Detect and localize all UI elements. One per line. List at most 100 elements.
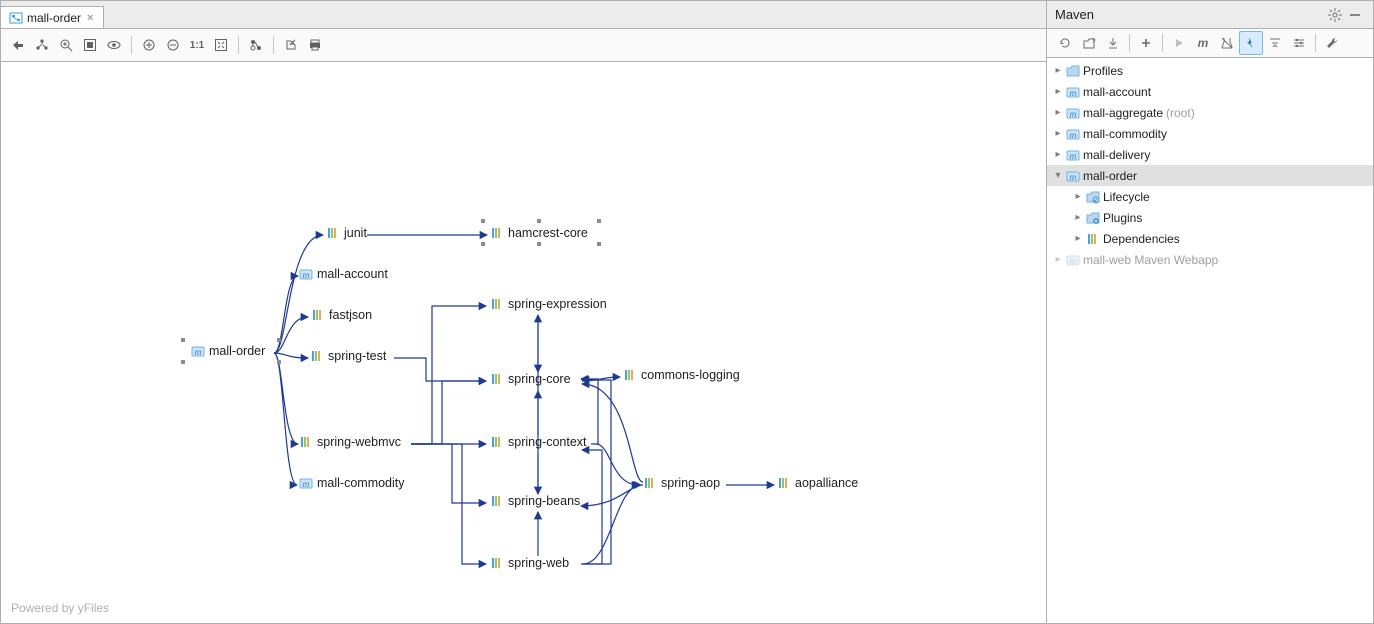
preview-icon[interactable] <box>103 34 125 56</box>
close-icon[interactable]: × <box>85 12 95 24</box>
tree-item-mall-account[interactable]: ▸mmall-account <box>1047 81 1373 102</box>
folder-icon <box>1066 64 1080 78</box>
node-label: mall-order <box>209 344 265 358</box>
settings-wrench-icon[interactable] <box>1320 31 1344 55</box>
selection-handle[interactable] <box>481 219 485 223</box>
node-spring-expression[interactable]: spring-expression <box>490 297 607 311</box>
tree-item-mall-delivery[interactable]: ▸mmall-delivery <box>1047 144 1373 165</box>
show-options-icon[interactable] <box>1287 31 1311 55</box>
library-icon <box>490 372 504 386</box>
chevron-right-icon[interactable]: ▸ <box>1053 149 1063 160</box>
export-icon[interactable] <box>280 34 302 56</box>
node-fastjson[interactable]: fastjson <box>311 308 372 322</box>
chevron-right-icon[interactable]: ▸ <box>1073 191 1083 202</box>
tree-item-profiles[interactable]: ▸Profiles <box>1047 60 1373 81</box>
selection-handle[interactable] <box>597 242 601 246</box>
node-spring-beans[interactable]: spring-beans <box>490 494 580 508</box>
reload-icon[interactable] <box>1053 31 1077 55</box>
separator <box>273 36 274 54</box>
tree-item-dependencies[interactable]: ▸Dependencies <box>1047 228 1373 249</box>
node-junit[interactable]: junit <box>326 226 367 240</box>
node-label: mall-commodity <box>317 476 405 490</box>
chevron-right-icon[interactable]: ▸ <box>1053 128 1063 139</box>
tab-mall-order[interactable]: mall-order × <box>1 6 104 28</box>
library-icon <box>643 476 657 490</box>
node-hamcrest-core[interactable]: hamcrest-core <box>490 226 588 240</box>
library-icon <box>490 297 504 311</box>
node-spring-core[interactable]: spring-core <box>490 372 571 386</box>
tree-label: mall-order <box>1083 169 1137 183</box>
node-label: spring-expression <box>508 297 607 311</box>
back-icon[interactable] <box>7 34 29 56</box>
selection-handle[interactable] <box>277 338 281 342</box>
selection-handle[interactable] <box>181 360 185 364</box>
svg-text:m: m <box>1070 110 1077 119</box>
library-icon <box>623 368 637 382</box>
selection-handle[interactable] <box>537 219 541 223</box>
diagram-canvas[interactable]: mmall-order junit mmall-account fastjson… <box>1 62 1046 623</box>
maven-module-icon: m <box>1066 169 1080 183</box>
download-icon[interactable] <box>1101 31 1125 55</box>
tree-item-mall-aggregate[interactable]: ▸mmall-aggregate (root) <box>1047 102 1373 123</box>
actual-size-icon[interactable]: 1:1 <box>186 34 208 56</box>
node-spring-context[interactable]: spring-context <box>490 435 587 449</box>
selection-handle[interactable] <box>481 242 485 246</box>
generate-sources-icon[interactable] <box>1077 31 1101 55</box>
node-spring-test[interactable]: spring-test <box>310 349 386 363</box>
zoom-in-mag-icon[interactable] <box>55 34 77 56</box>
node-aopalliance[interactable]: aopalliance <box>777 476 858 490</box>
maven-m-icon[interactable]: m <box>1191 31 1215 55</box>
selection-handle[interactable] <box>181 338 185 342</box>
chevron-right-icon[interactable]: ▸ <box>1053 107 1063 118</box>
selection-handle[interactable] <box>597 219 601 223</box>
node-label: mall-account <box>317 267 388 281</box>
node-spring-web[interactable]: spring-web <box>490 556 569 570</box>
tree-label: Lifecycle <box>1103 190 1150 204</box>
diagram-footer: Powered by yFiles <box>11 601 109 615</box>
maven-module-icon: m <box>1066 106 1080 120</box>
svg-text:m: m <box>1070 173 1077 182</box>
selection-handle[interactable] <box>277 360 281 364</box>
node-mall-order[interactable]: mmall-order <box>191 344 265 358</box>
tree-label: mall-web Maven Webapp <box>1083 253 1218 267</box>
collapse-all-icon[interactable] <box>1263 31 1287 55</box>
fit-content-icon[interactable] <box>79 34 101 56</box>
layout-icon[interactable] <box>31 34 53 56</box>
tree-item-plugins[interactable]: ▸Plugins <box>1047 207 1373 228</box>
node-mall-commodity[interactable]: mmall-commodity <box>299 476 405 490</box>
node-spring-aop[interactable]: spring-aop <box>643 476 720 490</box>
gear-icon[interactable] <box>1325 5 1345 25</box>
tree-item-lifecycle[interactable]: ▸ Lifecycle <box>1047 186 1373 207</box>
chevron-right-icon[interactable]: ▸ <box>1073 233 1083 244</box>
hide-icon[interactable] <box>1345 5 1365 25</box>
folder-icon <box>1086 211 1100 225</box>
zoom-in-icon[interactable] <box>138 34 160 56</box>
node-label: spring-context <box>508 435 587 449</box>
tree-suffix: (root) <box>1166 106 1195 120</box>
maven-project-tree[interactable]: ▸Profiles ▸mmall-account ▸mmall-aggregat… <box>1047 58 1373 623</box>
chevron-right-icon[interactable]: ▸ <box>1053 86 1063 97</box>
offline-mode-icon[interactable] <box>1239 31 1263 55</box>
node-mall-account[interactable]: mmall-account <box>299 267 388 281</box>
selection-handle[interactable] <box>537 242 541 246</box>
dependency-icon[interactable] <box>245 34 267 56</box>
chevron-down-icon[interactable]: ▾ <box>1053 170 1063 181</box>
maven-module-icon: m <box>1066 253 1080 267</box>
tree-item-mall-commodity[interactable]: ▸mmall-commodity <box>1047 123 1373 144</box>
graph-edges <box>1 62 1047 623</box>
node-spring-webmvc[interactable]: spring-webmvc <box>299 435 401 449</box>
zoom-out-icon[interactable] <box>162 34 184 56</box>
tree-item-mall-web[interactable]: ▸mmall-web Maven Webapp <box>1047 249 1373 270</box>
chevron-right-icon[interactable]: ▸ <box>1053 65 1063 76</box>
fit-window-icon[interactable] <box>210 34 232 56</box>
print-icon[interactable] <box>304 34 326 56</box>
node-label: spring-beans <box>508 494 580 508</box>
add-icon[interactable] <box>1134 31 1158 55</box>
node-commons-logging[interactable]: commons-logging <box>623 368 740 382</box>
tree-label: mall-commodity <box>1083 127 1167 141</box>
chevron-right-icon[interactable]: ▸ <box>1053 254 1063 265</box>
toggle-skip-tests-icon[interactable] <box>1215 31 1239 55</box>
tree-item-mall-order[interactable]: ▾ m mall-order <box>1047 165 1373 186</box>
chevron-right-icon[interactable]: ▸ <box>1073 212 1083 223</box>
run-icon[interactable] <box>1167 31 1191 55</box>
